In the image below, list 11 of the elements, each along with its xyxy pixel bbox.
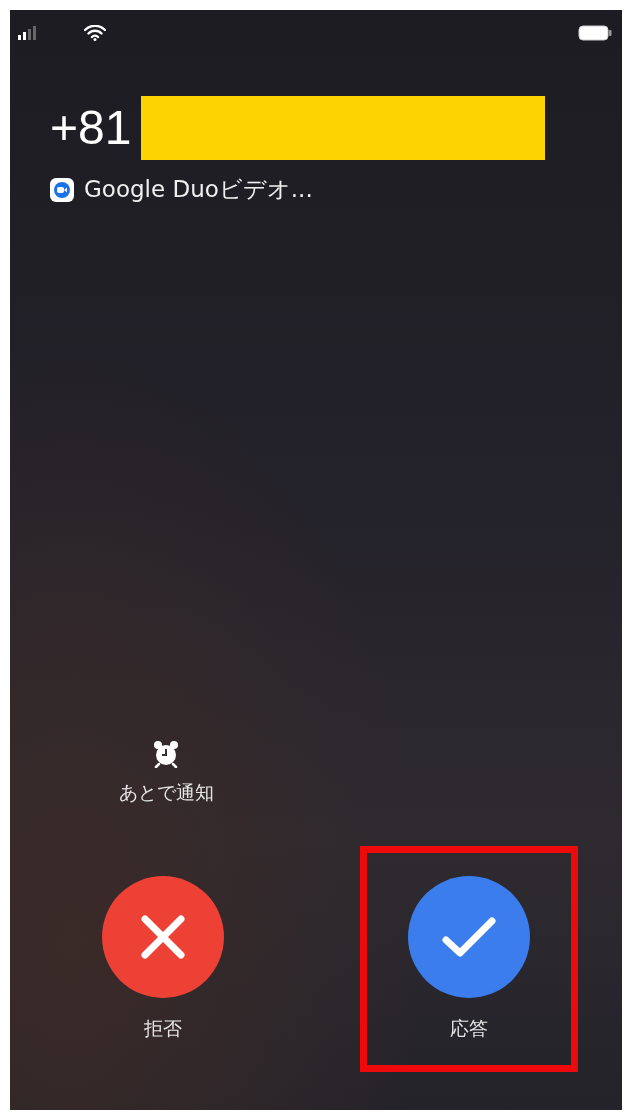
close-icon bbox=[140, 914, 186, 960]
app-label: Google Duoビデオ... bbox=[84, 175, 313, 204]
battery-icon bbox=[578, 25, 612, 41]
alarm-clock-icon[interactable] bbox=[153, 740, 179, 768]
decline-label: 拒否 bbox=[144, 1016, 182, 1041]
checkmark-icon bbox=[441, 915, 497, 959]
wifi-icon bbox=[84, 25, 106, 41]
accept-label: 応答 bbox=[450, 1016, 488, 1041]
app-icon bbox=[50, 177, 74, 202]
remind-later-label: あとで通知 bbox=[118, 780, 214, 805]
caller-number: +81 bbox=[50, 104, 132, 152]
